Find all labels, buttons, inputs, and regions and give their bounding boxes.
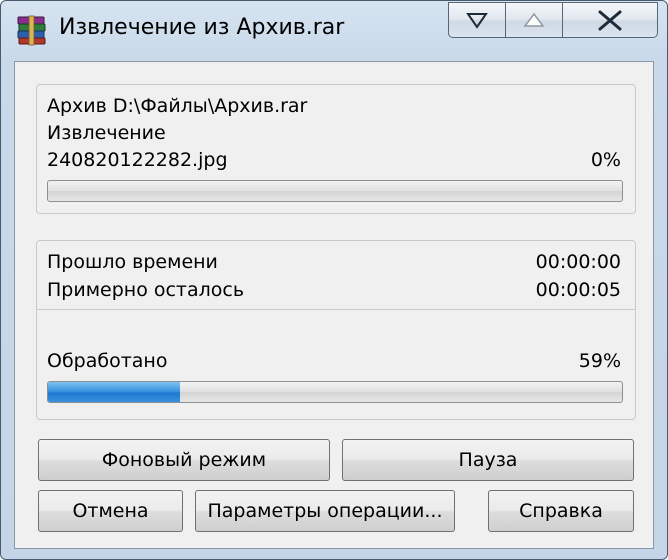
minimize-button[interactable]	[448, 2, 506, 38]
maximize-button[interactable]	[505, 2, 563, 38]
extraction-dialog: Извлечение из Архив.rar Архив D:\Файлы\А…	[0, 0, 668, 560]
cancel-button[interactable]: Отмена	[38, 490, 183, 532]
panel-divider	[37, 309, 635, 310]
file-info-panel: Архив D:\Файлы\Архив.rar Извлечение 2408…	[36, 84, 636, 214]
dialog-body: Архив D:\Файлы\Архив.rar Извлечение 2408…	[14, 61, 654, 549]
current-file-percent: 0%	[590, 149, 621, 171]
operation-parameters-button[interactable]: Параметры операции...	[195, 490, 455, 532]
background-mode-button[interactable]: Фоновый режим	[38, 439, 330, 481]
triangle-down-icon	[466, 13, 488, 29]
progress-panel: Прошло времени 00:00:00 Примерно осталос…	[36, 240, 636, 420]
elapsed-time-label: Прошло времени	[47, 251, 218, 273]
operation-label: Извлечение	[47, 122, 166, 144]
triangle-up-icon	[523, 12, 545, 27]
title-bar[interactable]: Извлечение из Архив.rar	[1, 1, 667, 59]
winrar-books-icon	[17, 15, 46, 46]
elapsed-time-value: 00:00:00	[535, 251, 621, 273]
remaining-time-value: 00:00:05	[535, 279, 621, 301]
remaining-time-label: Примерно осталось	[47, 279, 245, 301]
current-file-name: 240820122282.jpg	[47, 149, 228, 171]
pause-button[interactable]: Пауза	[342, 439, 634, 481]
window-title: Извлечение из Архив.rar	[59, 15, 345, 40]
processed-label: Обработано	[47, 350, 168, 372]
total-progress-bar	[47, 381, 623, 403]
current-file-progress-bar	[47, 180, 623, 202]
close-icon	[598, 10, 622, 31]
help-button[interactable]: Справка	[488, 490, 634, 532]
processed-percent: 59%	[578, 350, 621, 372]
close-button[interactable]	[562, 2, 658, 38]
archive-path-label: Архив D:\Файлы\Архив.rar	[47, 95, 308, 117]
total-progress-fill	[48, 382, 181, 402]
